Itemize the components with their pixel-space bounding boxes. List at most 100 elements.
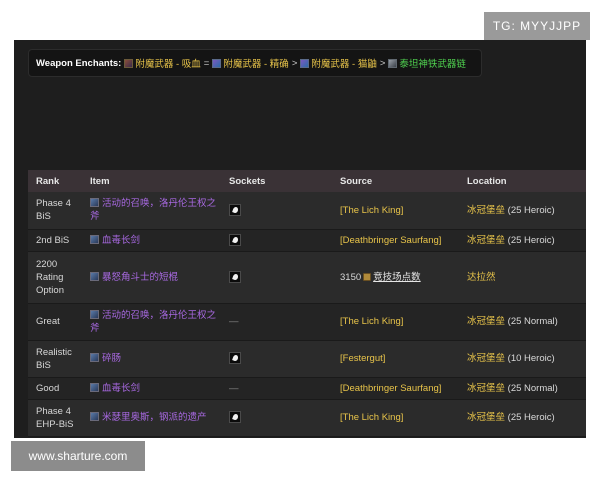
weapon-ranking-table: Rank Item Sockets Source Location Phase … — [28, 170, 586, 437]
location-link[interactable]: 达拉然 — [467, 272, 496, 283]
source-cell: [Festergut] — [332, 340, 459, 378]
watermark-website: www.sharture.com — [11, 441, 145, 471]
enchant-scroll-icon — [124, 58, 134, 68]
item-link[interactable]: 活动的召唤，洛丹伦王权之斧 — [90, 198, 216, 222]
source-link[interactable]: [Deathbringer Saurfang] — [340, 235, 441, 246]
location-link[interactable]: 冰冠堡垒 — [467, 205, 505, 216]
item-cell: 暴怒角斗士的短棍 — [82, 251, 221, 304]
rank-cell: Phase 4 BiS — [28, 192, 82, 230]
socket-cell — [221, 192, 332, 230]
rank-cell: 2nd BiS — [28, 229, 82, 252]
difficulty-label: (10 Heroic) — [507, 353, 555, 364]
difficulty-label: (25 Heroic) — [507, 234, 555, 246]
source-link[interactable]: [The Lich King] — [340, 412, 403, 423]
item-cell: 血毒长剑 — [82, 229, 221, 252]
enchant-separator: > — [291, 57, 298, 69]
source-link[interactable]: [Deathbringer Saurfang] — [340, 383, 441, 394]
enchant-link-mongoose[interactable]: 附魔武器 - 猫鼬 — [311, 56, 376, 70]
weapon-enchants-bar: Weapon Enchants: 附魔武器 - 吸血 = 附魔武器 - 精确 >… — [28, 49, 482, 77]
table-row: Phase 4 EHP-BiS 米瑟里奥斯，钢派的遗产 [The Lich Ki… — [28, 399, 586, 437]
table-row: Great 活动的召唤，洛丹伦王权之斧 — [The Lich King] 冰冠… — [28, 303, 586, 341]
source-link[interactable]: [The Lich King] — [340, 205, 403, 216]
table-row: Realistic BiS 碎肠 [Festergut] 冰冠堡垒 (10 He… — [28, 340, 586, 378]
source-cell: 3150 竞技场点数 — [332, 251, 459, 304]
table-row: 2nd BiS 血毒长剑 [Deathbringer Saurfang] 冰冠堡… — [28, 229, 586, 252]
source-link[interactable]: 竞技场点数 — [373, 272, 421, 283]
weapon-icon — [90, 353, 99, 362]
enchant-separator: > — [379, 57, 386, 69]
socket-cell — [221, 229, 332, 252]
weapon-enchants-label: Weapon Enchants: — [36, 57, 122, 69]
location-link[interactable]: 冰冠堡垒 — [467, 316, 505, 327]
header-sockets: Sockets — [221, 170, 332, 192]
socket-cell — [221, 399, 332, 437]
prismatic-socket-icon — [229, 352, 241, 365]
location-cell: 冰冠堡垒 (25 Normal) — [459, 377, 586, 400]
table-row: Phase 4 BiS 活动的召唤，洛丹伦王权之斧 [The Lich King… — [28, 192, 586, 230]
table-row: Good 血毒长剑 — [Deathbringer Saurfang] 冰冠堡垒… — [28, 377, 586, 400]
difficulty-label: (25 Heroic) — [507, 412, 555, 423]
header-item: Item — [82, 170, 221, 192]
item-link[interactable]: 暴怒角斗士的短棍 — [102, 272, 178, 283]
prismatic-socket-icon — [229, 411, 241, 424]
source-cell: [The Lich King] — [332, 399, 459, 437]
no-socket-dash: — — [229, 382, 239, 394]
item-cell: 活动的召唤，洛丹伦王权之斧 — [82, 192, 221, 230]
enchant-separator: = — [203, 57, 210, 69]
location-cell: 达拉然 — [459, 251, 586, 304]
prismatic-socket-icon — [229, 233, 241, 246]
socket-cell: — — [221, 303, 332, 341]
weapon-icon — [90, 271, 99, 281]
location-cell: 冰冠堡垒 (25 Normal) — [459, 303, 586, 341]
source-link[interactable]: [Festergut] — [340, 353, 385, 364]
location-cell: 冰冠堡垒 (25 Heroic) — [459, 229, 586, 252]
source-cell: [Deathbringer Saurfang] — [332, 229, 459, 252]
enchant-scroll-icon — [212, 58, 222, 68]
item-link[interactable]: 活动的召唤，洛丹伦王权之斧 — [90, 310, 216, 334]
location-link[interactable]: 冰冠堡垒 — [467, 383, 505, 394]
location-link[interactable]: 冰冠堡垒 — [467, 412, 505, 423]
socket-cell: — — [221, 377, 332, 400]
table-header-row: Rank Item Sockets Source Location — [28, 170, 586, 192]
socket-cell — [221, 340, 332, 378]
arena-point-cost: 3150 — [340, 271, 362, 283]
location-link[interactable]: 冰冠堡垒 — [467, 353, 505, 364]
enchant-link-lifesteal[interactable]: 附魔武器 - 吸血 — [135, 56, 200, 70]
rank-cell: Realistic BiS — [28, 340, 82, 378]
source-cell: [Deathbringer Saurfang] — [332, 377, 459, 400]
enchant-link-accuracy[interactable]: 附魔武器 - 精确 — [223, 56, 288, 70]
no-socket-dash: — — [229, 316, 239, 327]
weapon-icon — [90, 309, 99, 319]
chain-icon — [388, 58, 398, 68]
item-link[interactable]: 血毒长剑 — [102, 383, 140, 394]
table-row: 2200 Rating Option 暴怒角斗士的短棍 3150 竞技场点数 达拉… — [28, 251, 586, 304]
item-link[interactable]: 碎肠 — [102, 353, 121, 364]
item-link[interactable]: 血毒长剑 — [102, 235, 140, 246]
prismatic-socket-icon — [229, 204, 241, 217]
prismatic-socket-icon — [229, 270, 241, 283]
weapon-icon — [90, 198, 99, 208]
location-link[interactable]: 冰冠堡垒 — [467, 235, 505, 246]
enchant-link-titanium-chain[interactable]: 泰坦神铁武器链 — [399, 56, 466, 70]
rank-cell: Great — [28, 303, 82, 341]
rank-cell: Phase 4 EHP-BiS — [28, 399, 82, 437]
difficulty-label: (25 Normal) — [507, 316, 558, 327]
header-rank: Rank — [28, 170, 82, 192]
header-location: Location — [459, 170, 586, 192]
item-cell: 碎肠 — [82, 340, 221, 378]
source-link[interactable]: [The Lich King] — [340, 316, 403, 327]
item-cell: 活动的召唤，洛丹伦王权之斧 — [82, 303, 221, 341]
weapon-icon — [90, 234, 99, 244]
difficulty-label: (25 Normal) — [507, 382, 558, 394]
rank-cell: Good — [28, 377, 82, 400]
rank-cell: 2200 Rating Option — [28, 251, 82, 304]
weapon-icon — [90, 412, 99, 421]
item-link[interactable]: 米瑟里奥斯，钢派的遗产 — [102, 412, 207, 423]
guide-panel: Weapon Enchants: 附魔武器 - 吸血 = 附魔武器 - 精确 >… — [14, 40, 586, 438]
location-cell: 冰冠堡垒 (10 Heroic) — [459, 340, 586, 378]
weapon-icon — [90, 382, 99, 392]
source-cell: [The Lich King] — [332, 303, 459, 341]
arena-points-icon — [363, 272, 372, 281]
watermark-telegram: TG: MYYJJPP — [484, 12, 590, 40]
location-cell: 冰冠堡垒 (25 Heroic) — [459, 192, 586, 230]
